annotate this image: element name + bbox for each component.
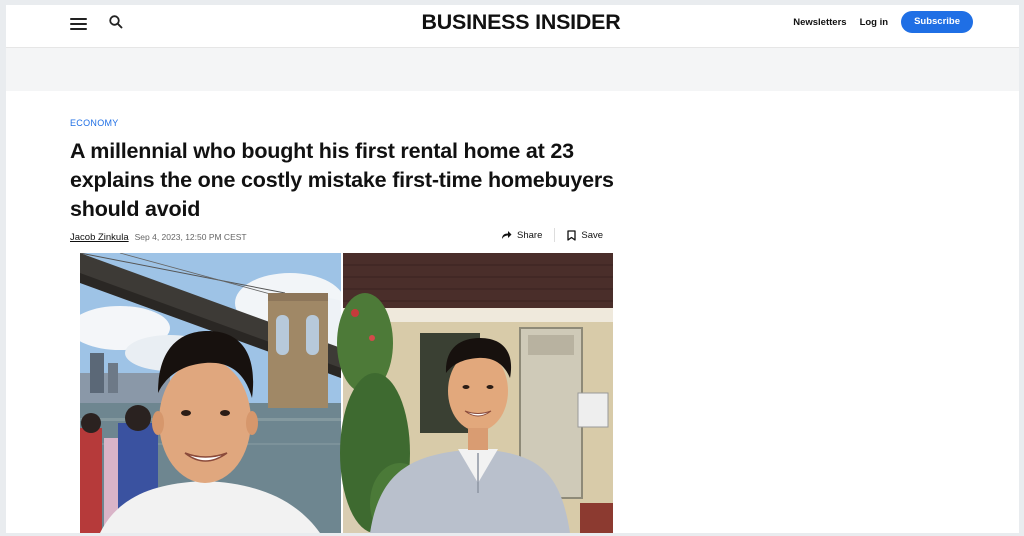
site-logo[interactable]: BUSINESS INSIDER	[363, 9, 679, 37]
save-button[interactable]: Save	[567, 230, 603, 241]
category-link[interactable]: ECONOMY	[70, 118, 119, 128]
login-link[interactable]: Log in	[860, 17, 889, 28]
article-actions: Share Save	[501, 228, 603, 242]
share-button[interactable]: Share	[501, 230, 542, 241]
house-portrait-photo	[337, 253, 613, 533]
share-label: Share	[517, 229, 543, 241]
header-actions: Newsletters Log in Subscribe	[793, 10, 973, 34]
newsletters-link[interactable]: Newsletters	[793, 17, 846, 28]
publish-date: Sep 4, 2023, 12:50 PM CEST	[134, 232, 247, 242]
browser-page: BUSINESS INSIDER Newsletters Log in Subs…	[6, 5, 1019, 533]
byline: Jacob Zinkula Sep 4, 2023, 12:50 PM CEST	[70, 230, 247, 244]
author-link[interactable]: Jacob Zinkula	[70, 232, 129, 243]
share-arrow-icon	[502, 231, 512, 239]
article-headline: A millennial who bought his first rental…	[70, 139, 614, 221]
bookmark-icon	[567, 229, 577, 241]
action-divider	[554, 228, 556, 242]
ad-banner-placeholder	[6, 48, 1019, 91]
search-icon[interactable]	[108, 14, 126, 32]
subscribe-button[interactable]: Subscribe	[901, 11, 973, 33]
hamburger-menu-icon[interactable]	[70, 15, 90, 33]
article-hero-image	[80, 253, 613, 533]
bridge-selfie-photo	[80, 253, 365, 533]
site-header: BUSINESS INSIDER Newsletters Log in Subs…	[6, 5, 1019, 48]
save-label: Save	[581, 229, 604, 241]
